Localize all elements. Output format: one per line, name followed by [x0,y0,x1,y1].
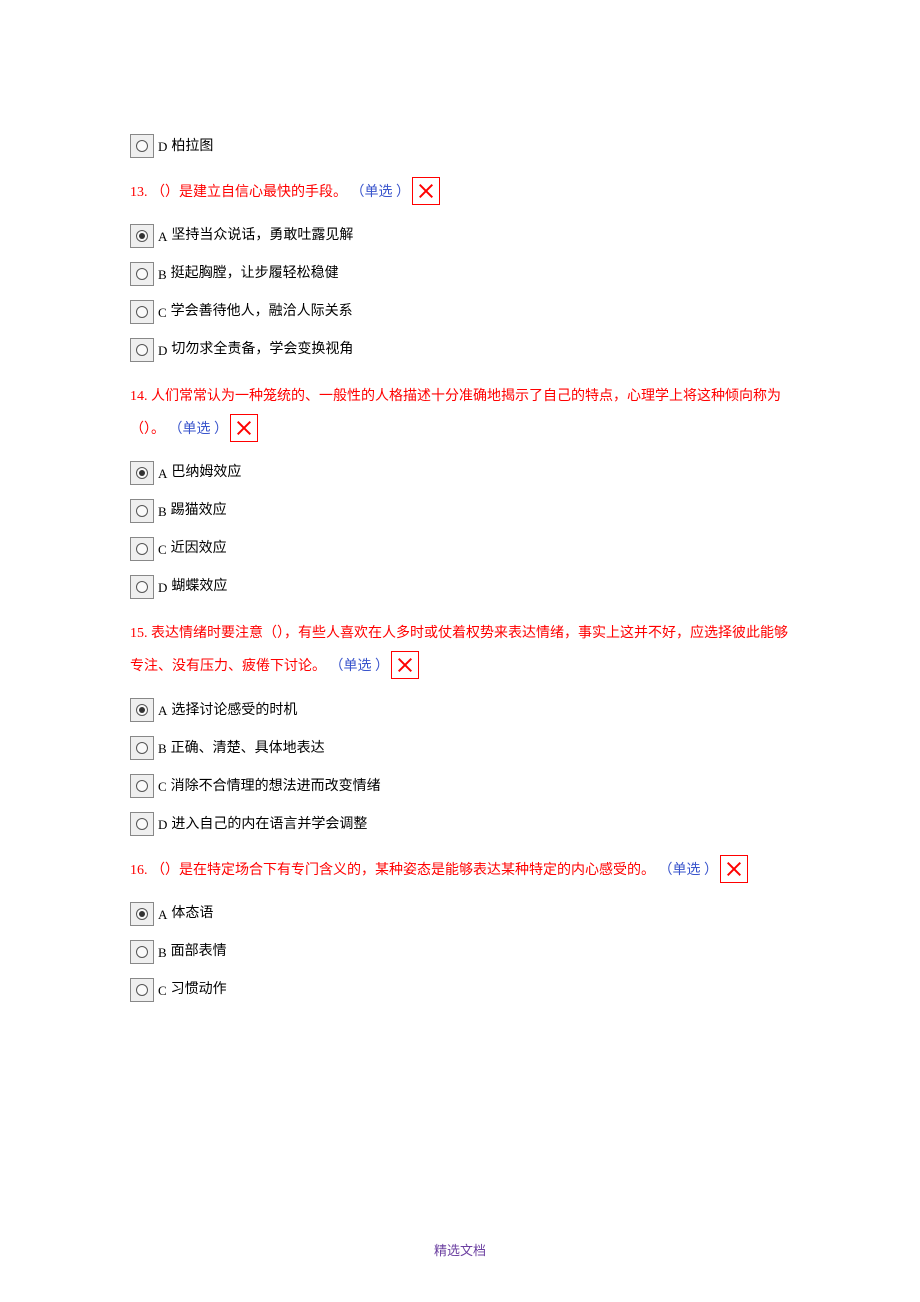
option-letter: C [158,303,167,324]
question-text: （）是在特定场合下有专门含义的，某种姿态是能够表达某种特定的内心感受的。 [151,863,655,878]
question-block: 13. （）是建立自信心最快的手段。 （单选 ）A坚持当众说话，勇敢吐露见解B挺… [130,176,790,362]
option-letter: D [158,341,167,362]
list-item: B踢猫效应 [130,499,790,523]
list-item: B正确、清楚、具体地表达 [130,736,790,760]
list-item: D 柏拉图 [130,134,790,158]
question-number: 16. [130,863,148,878]
radio-button[interactable] [130,262,154,286]
question-text: 表达情绪时要注意（），有些人喜欢在人多时或仗着权势来表达情绪，事实上这并不好，应… [130,626,788,675]
footer-text: 精选文档 [0,1241,920,1262]
question-number: 15. [130,626,148,641]
questions-container: 13. （）是建立自信心最快的手段。 （单选 ）A坚持当众说话，勇敢吐露见解B挺… [130,176,790,1002]
option-letter: B [158,943,167,964]
option-text: 挺起胸膛，让步履轻松稳健 [171,263,339,285]
question-block: 15. 表达情绪时要注意（），有些人喜欢在人多时或仗着权势来表达情绪，事实上这并… [130,617,790,836]
question-stem: 14. 人们常常认为一种笼统的、一般性的人格描述十分准确地揭示了自己的特点，心理… [130,380,790,447]
radio-button[interactable] [130,940,154,964]
wrong-icon [391,651,419,679]
option-text: 选择讨论感受的时机 [171,700,297,722]
wrong-icon [230,414,258,442]
list-item: A选择讨论感受的时机 [130,698,790,722]
radio-button[interactable] [130,499,154,523]
radio-button[interactable] [130,736,154,760]
option-text: 蝴蝶效应 [171,576,227,598]
option-text: 近因效应 [171,538,227,560]
option-text: 体态语 [171,903,213,925]
list-item: C消除不合情理的想法进而改变情绪 [130,774,790,798]
option-text: 进入自己的内在语言并学会调整 [171,814,367,836]
question-type: （单选 ） [330,659,390,674]
list-item: D切勿求全责备，学会变换视角 [130,338,790,362]
list-item: D进入自己的内在语言并学会调整 [130,812,790,836]
option-letter: A [158,227,167,248]
option-letter: B [158,265,167,286]
radio-button[interactable] [130,978,154,1002]
question-number: 14. [130,389,148,404]
radio-button[interactable] [130,134,154,158]
question-type: （单选 ） [351,185,411,200]
option-text: 坚持当众说话，勇敢吐露见解 [171,225,353,247]
wrong-icon [412,177,440,205]
radio-button[interactable] [130,698,154,722]
option-letter: B [158,502,167,523]
list-item: D蝴蝶效应 [130,575,790,599]
radio-button[interactable] [130,575,154,599]
option-text: 巴纳姆效应 [171,462,241,484]
radio-button[interactable] [130,537,154,561]
option-text: 柏拉图 [171,136,213,158]
list-item: B挺起胸膛，让步履轻松稳健 [130,262,790,286]
option-letter: B [158,739,167,760]
option-letter: C [158,540,167,561]
option-letter: C [158,777,167,798]
option-letter: A [158,464,167,485]
option-letter: A [158,905,167,926]
question-type: （单选 ） [659,863,719,878]
question-number: 13. [130,185,148,200]
wrong-icon [720,855,748,883]
option-letter: D [158,137,167,158]
radio-button[interactable] [130,224,154,248]
option-letter: A [158,701,167,722]
option-text: 习惯动作 [171,979,227,1001]
option-text: 踢猫效应 [171,500,227,522]
option-letter: C [158,981,167,1002]
question-text: （）是建立自信心最快的手段。 [151,185,347,200]
question-stem: 13. （）是建立自信心最快的手段。 （单选 ） [130,176,790,210]
question-type: （单选 ） [169,422,229,437]
list-item: C学会善待他人，融洽人际关系 [130,300,790,324]
question-stem: 16. （）是在特定场合下有专门含义的，某种姿态是能够表达某种特定的内心感受的。… [130,854,790,888]
radio-button[interactable] [130,902,154,926]
option-text: 消除不合情理的想法进而改变情绪 [171,776,381,798]
list-item: A体态语 [130,902,790,926]
option-text: 学会善待他人，融洽人际关系 [171,301,353,323]
radio-button[interactable] [130,338,154,362]
radio-button[interactable] [130,774,154,798]
option-letter: D [158,578,167,599]
page: D 柏拉图 13. （）是建立自信心最快的手段。 （单选 ）A坚持当众说话，勇敢… [0,0,920,1302]
option-text: 切勿求全责备，学会变换视角 [171,339,353,361]
question-block: 16. （）是在特定场合下有专门含义的，某种姿态是能够表达某种特定的内心感受的。… [130,854,790,1002]
list-item: C习惯动作 [130,978,790,1002]
option-text: 正确、清楚、具体地表达 [171,738,325,760]
question-stem: 15. 表达情绪时要注意（），有些人喜欢在人多时或仗着权势来表达情绪，事实上这并… [130,617,790,684]
list-item: B面部表情 [130,940,790,964]
option-letter: D [158,815,167,836]
radio-button[interactable] [130,461,154,485]
radio-button[interactable] [130,812,154,836]
list-item: A坚持当众说话，勇敢吐露见解 [130,224,790,248]
list-item: C近因效应 [130,537,790,561]
list-item: A巴纳姆效应 [130,461,790,485]
question-block: 14. 人们常常认为一种笼统的、一般性的人格描述十分准确地揭示了自己的特点，心理… [130,380,790,599]
option-text: 面部表情 [171,941,227,963]
radio-button[interactable] [130,300,154,324]
